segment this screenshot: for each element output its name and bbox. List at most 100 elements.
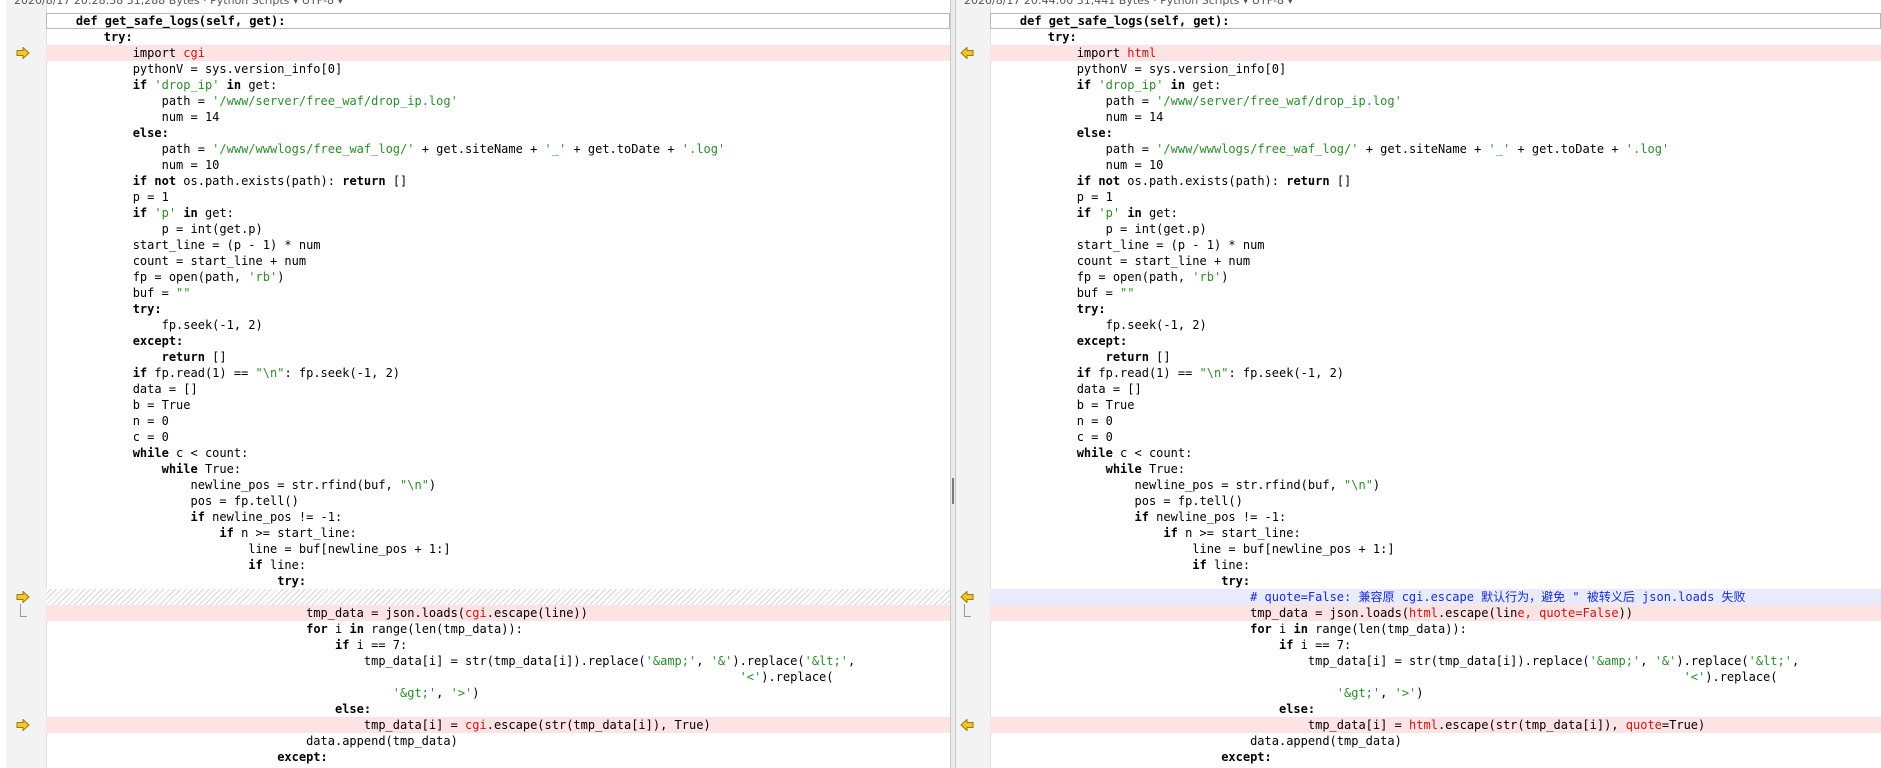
code-token: '_' — [1488, 142, 1511, 156]
code-line: b = True — [46, 397, 950, 413]
code-token: fp.seek(-1, 2) — [46, 318, 263, 332]
code-token: if — [132, 78, 148, 92]
code-token: else: — [334, 702, 372, 716]
code-token: ) — [1372, 478, 1381, 492]
code-line: except: — [46, 333, 950, 349]
arrow-left-icon[interactable] — [960, 718, 974, 732]
code-token: .escape(str(tmp_data[i]), True) — [486, 718, 711, 732]
code-line: return [] — [990, 349, 1881, 365]
code-token: 'p' — [154, 206, 177, 220]
code-token: '&gt;' — [392, 686, 437, 700]
code-token: except: — [1221, 750, 1272, 764]
code-token: in — [1127, 206, 1142, 220]
code-token: path = — [990, 142, 1157, 156]
code-line: def get_safe_logs(self, get): — [990, 13, 1881, 29]
code-line: if line: — [46, 557, 950, 573]
code-line: # quote=False: 兼容原 cgi.escape 默认行为，避免 " … — [990, 589, 1881, 605]
code-token: path = — [990, 94, 1157, 108]
arrow-right-icon[interactable] — [16, 46, 30, 60]
code-line: data.append(tmp_data) — [990, 733, 1881, 749]
code-token: fp.read(1) == — [147, 366, 256, 380]
code-token: line: — [262, 558, 307, 572]
code-line: path = '/www/server/free_waf/drop_ip.log… — [46, 93, 950, 109]
code-line: else: — [46, 701, 950, 717]
change-block-bracket — [964, 604, 971, 617]
code-token: True: — [1141, 462, 1186, 476]
code-token: range(len(tmp_data)): — [1307, 622, 1467, 636]
code-token: 'drop_ip' — [154, 78, 220, 92]
code-token: in — [1170, 78, 1186, 92]
code-token: start_line = (p - 1) * num — [46, 238, 321, 252]
code-token: ).replace( — [732, 654, 805, 668]
code-token: pythonV = sys.version_info[0] — [990, 62, 1287, 76]
right-code-view[interactable]: def get_safe_logs(self, get): try: impor… — [990, 13, 1881, 765]
code-token: buf = — [46, 286, 177, 300]
code-line: try: — [46, 301, 950, 317]
code-token: 'rb' — [1192, 270, 1222, 284]
code-line: data = [] — [46, 381, 950, 397]
code-token: '.log' — [681, 142, 726, 156]
code-token: newline_pos != -1: — [1148, 510, 1287, 524]
arrow-left-icon[interactable] — [960, 46, 974, 60]
code-token: if — [1076, 78, 1092, 92]
code-token: in — [183, 206, 198, 220]
code-token: in — [349, 622, 364, 636]
left-diff-pane[interactable]: 2020/8/17 20:28:38 31,288 Bytes · Python… — [0, 0, 950, 768]
code-line: p = int(get.p) — [46, 221, 950, 237]
code-token: newline_pos != -1: — [204, 510, 343, 524]
code-line: else: — [990, 125, 1881, 141]
code-token: )) — [1618, 606, 1634, 620]
code-line: tmp_data[i] = cgi.escape(str(tmp_data[i]… — [46, 717, 950, 733]
code-token: get: — [241, 78, 278, 92]
code-token: '/www/wwwlogs/free_waf_log/' — [1156, 142, 1359, 156]
code-token: b = True — [990, 398, 1135, 412]
code-token: import — [990, 46, 1128, 60]
code-token: ) — [1221, 270, 1229, 284]
code-token: num = 14 — [990, 110, 1164, 124]
code-line: def get_safe_logs(self, get): — [46, 13, 950, 29]
code-line: tmp_data[i] = str(tmp_data[i]).replace('… — [990, 653, 1881, 669]
code-line: except: — [990, 333, 1881, 349]
code-line: n = 0 — [990, 413, 1881, 429]
code-token: count = start_line + num — [46, 254, 307, 268]
code-line: '<').replace( — [46, 669, 950, 685]
code-line: while True: — [990, 461, 1881, 477]
code-token: while — [161, 462, 198, 476]
code-line: for i in range(len(tmp_data)): — [46, 621, 950, 637]
code-token: fp.read(1) == — [1091, 366, 1200, 380]
code-token: newline_pos = str.rfind(buf, — [46, 478, 401, 492]
code-line: if n >= start_line: — [46, 525, 950, 541]
code-token: html — [1409, 718, 1438, 732]
arrow-right-icon[interactable] — [16, 718, 30, 732]
code-line: buf = "" — [990, 285, 1881, 301]
splitter-grip[interactable] — [952, 478, 954, 504]
right-gutter — [956, 0, 991, 768]
right-diff-pane[interactable]: 2020/8/17 20:44:00 31,441 Bytes · Python… — [956, 0, 1881, 768]
code-token: '&lt;' — [1748, 654, 1792, 668]
left-code-view[interactable]: def get_safe_logs(self, get): try: impor… — [46, 13, 950, 765]
code-token: n = 0 — [46, 414, 169, 428]
code-token: ) — [472, 686, 480, 700]
code-token: range(len(tmp_data)): — [363, 622, 523, 636]
code-token: "\n" — [255, 366, 285, 380]
code-token: in — [226, 78, 242, 92]
code-token: "\n" — [1199, 366, 1229, 380]
code-line: if not os.path.exists(path): return [] — [990, 173, 1881, 189]
code-token: html — [1127, 46, 1157, 60]
code-token: ) — [428, 478, 437, 492]
arrow-right-icon[interactable] — [16, 590, 30, 604]
code-token: # quote=False: 兼容原 cgi.escape 默认行为，避免 " … — [1250, 590, 1746, 604]
arrow-left-icon[interactable] — [960, 590, 974, 604]
code-token: n >= start_line: — [1177, 526, 1301, 540]
right-file-info: 2020/8/17 20:44:00 31,441 Bytes · Python… — [964, 0, 1294, 7]
code-token: buf = — [990, 286, 1121, 300]
